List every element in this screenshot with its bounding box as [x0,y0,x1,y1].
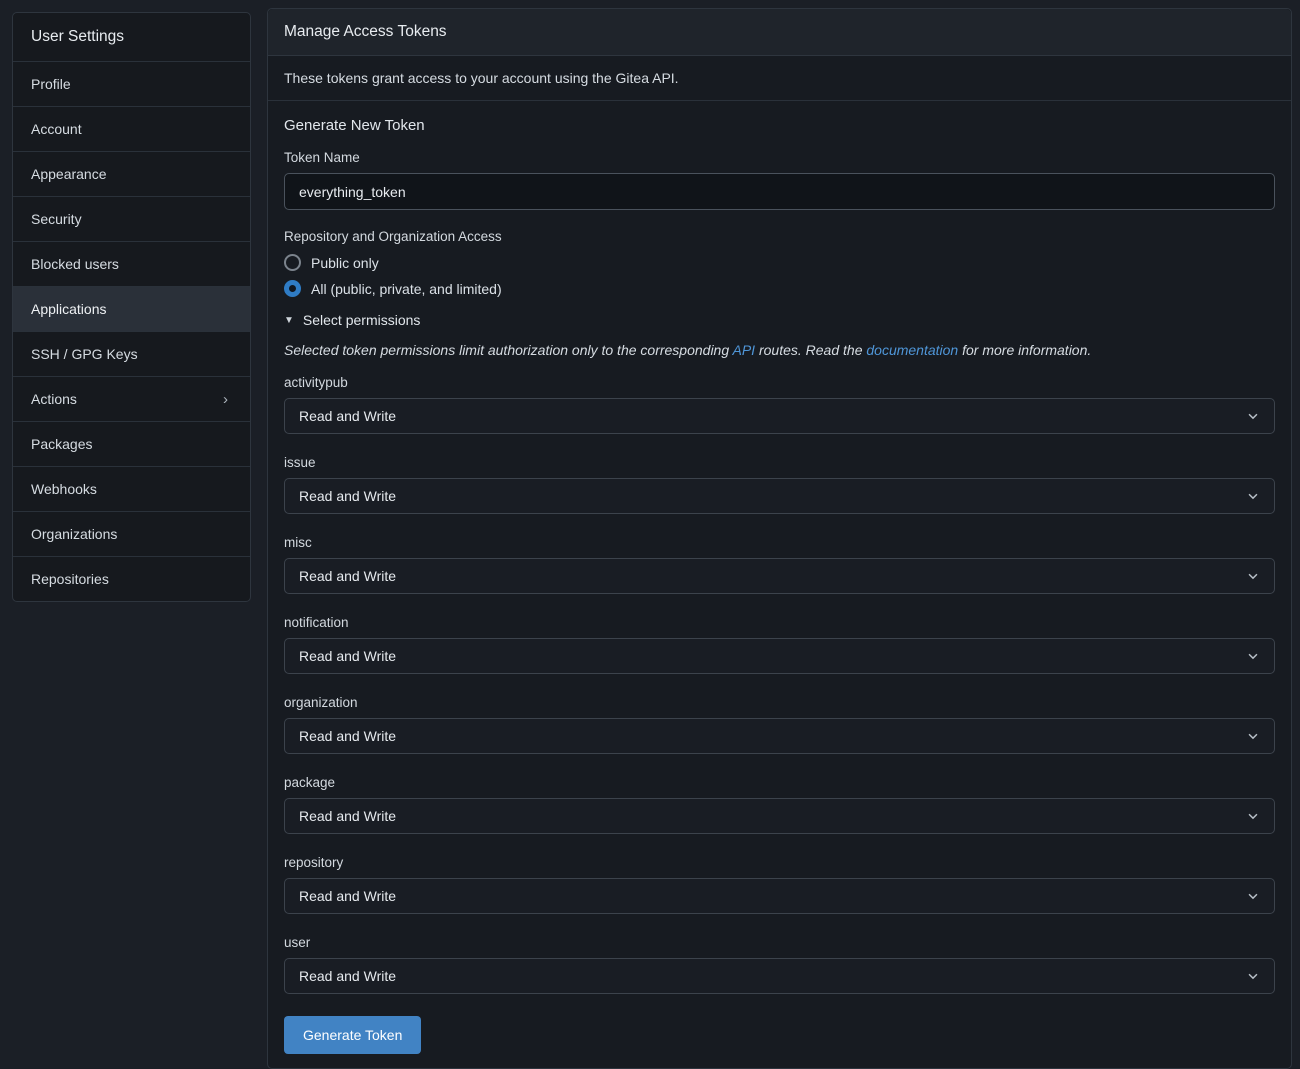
generate-new-token-heading: Generate New Token [284,117,1275,134]
chevron-down-icon [1246,489,1260,503]
scope-label-organization: organization [284,695,1275,710]
permissions-note: Selected token permissions limit authori… [284,342,1275,358]
panel-description: These tokens grant access to your accoun… [268,56,1291,101]
sidebar-item-blocked-users[interactable]: Blocked users [13,242,250,287]
sidebar-item-label: Profile [31,76,71,92]
select-value: Read and Write [299,568,396,584]
scope-label-package: package [284,775,1275,790]
sidebar-item-organizations[interactable]: Organizations [13,512,250,557]
chevron-down-icon [1246,569,1260,583]
documentation-link[interactable]: documentation [866,342,958,358]
scope-select-issue[interactable]: Read and Write [284,478,1275,514]
manage-tokens-panel: Manage Access Tokens These tokens grant … [267,8,1292,1069]
select-permissions-toggle[interactable]: ▼ Select permissions [284,312,1275,328]
sidebar-item-label: Security [31,211,82,227]
api-link[interactable]: API [733,342,756,358]
scope-select-repository[interactable]: Read and Write [284,878,1275,914]
chevron-down-icon [1246,809,1260,823]
note-text: routes. Read the [755,342,866,358]
chevron-down-icon [1246,969,1260,983]
sidebar-item-applications[interactable]: Applications [13,287,250,332]
scope-label-notification: notification [284,615,1275,630]
sidebar-item-profile[interactable]: Profile [13,62,250,107]
panel-title: Manage Access Tokens [268,9,1291,56]
sidebar-item-label: Applications [31,301,107,317]
note-text: Selected token permissions limit authori… [284,342,733,358]
select-value: Read and Write [299,888,396,904]
sidebar-item-repositories[interactable]: Repositories [13,557,250,601]
select-value: Read and Write [299,728,396,744]
token-name-label: Token Name [284,150,1275,165]
sidebar-item-label: Blocked users [31,256,119,272]
scope-select-package[interactable]: Read and Write [284,798,1275,834]
sidebar-item-label: Appearance [31,166,107,182]
sidebar-item-account[interactable]: Account [13,107,250,152]
sidebar-item-label: Account [31,121,82,137]
sidebar-item-label: Actions [31,391,77,407]
radio-icon [284,254,301,271]
scope-select-misc[interactable]: Read and Write [284,558,1275,594]
page: User Settings Profile Account Appearance… [0,0,1300,1069]
scope-select-user[interactable]: Read and Write [284,958,1275,994]
sidebar-item-packages[interactable]: Packages [13,422,250,467]
select-value: Read and Write [299,968,396,984]
token-name-input[interactable] [284,173,1275,210]
scope-select-activitypub[interactable]: Read and Write [284,398,1275,434]
sidebar-item-label: Organizations [31,526,117,542]
sidebar-item-appearance[interactable]: Appearance [13,152,250,197]
scope-label-activitypub: activitypub [284,375,1275,390]
radio-public-only[interactable]: Public only [284,254,1275,271]
chevron-down-icon [1246,889,1260,903]
chevron-down-icon [1246,409,1260,423]
select-value: Read and Write [299,808,396,824]
scope-label-misc: misc [284,535,1275,550]
settings-sidebar: User Settings Profile Account Appearance… [12,12,251,602]
note-text: for more information. [958,342,1091,358]
scope-label-user: user [284,935,1275,950]
select-value: Read and Write [299,408,396,424]
scope-select-notification[interactable]: Read and Write [284,638,1275,674]
repo-org-access-label: Repository and Organization Access [284,229,1275,244]
sidebar-title: User Settings [13,13,250,62]
sidebar-item-webhooks[interactable]: Webhooks [13,467,250,512]
sidebar-item-label: Packages [31,436,92,452]
sidebar-item-label: Webhooks [31,481,97,497]
scope-label-repository: repository [284,855,1275,870]
select-value: Read and Write [299,488,396,504]
scope-select-organization[interactable]: Read and Write [284,718,1275,754]
chevron-right-icon: › [223,392,228,407]
radio-label: All (public, private, and limited) [311,281,502,297]
sidebar-item-actions[interactable]: Actions › [13,377,250,422]
radio-label: Public only [311,255,379,271]
sidebar-item-ssh-gpg-keys[interactable]: SSH / GPG Keys [13,332,250,377]
sidebar-item-security[interactable]: Security [13,197,250,242]
chevron-down-icon [1246,649,1260,663]
scope-label-issue: issue [284,455,1275,470]
sidebar-item-label: SSH / GPG Keys [31,346,138,362]
select-value: Read and Write [299,648,396,664]
chevron-down-icon [1246,729,1260,743]
caret-down-icon: ▼ [284,315,294,326]
sidebar-item-label: Repositories [31,571,109,587]
select-permissions-label: Select permissions [303,312,421,328]
radio-icon [284,280,301,297]
radio-all-access[interactable]: All (public, private, and limited) [284,280,1275,297]
generate-token-form: Generate New Token Token Name Repository… [268,101,1291,1068]
generate-token-button[interactable]: Generate Token [284,1016,421,1054]
